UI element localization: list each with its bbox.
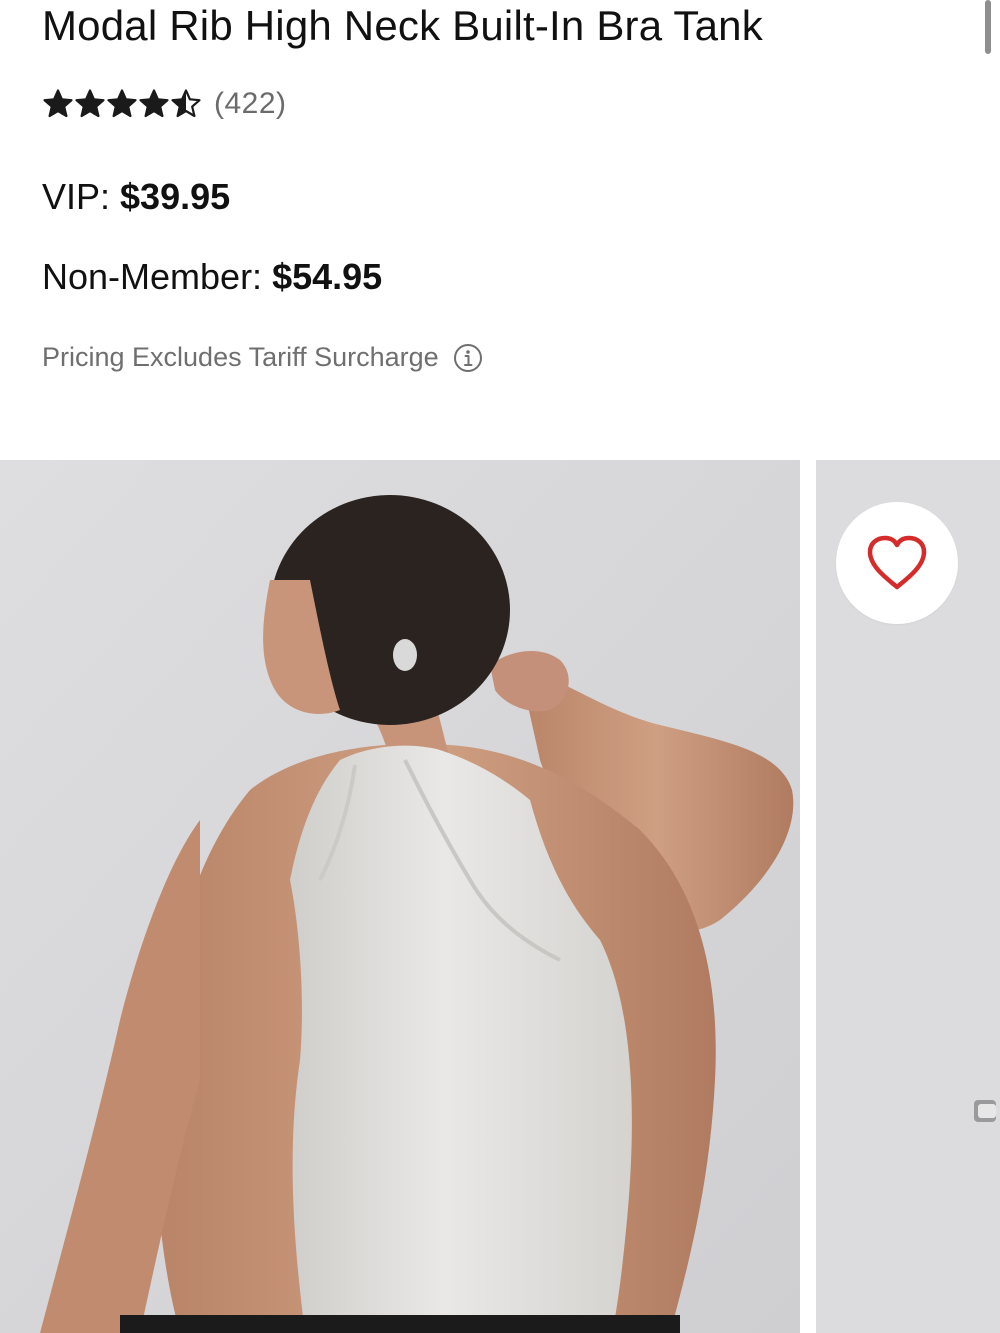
vip-price-value: $39.95 <box>120 176 231 217</box>
star-half-icon <box>171 89 201 118</box>
product-rating[interactable]: (422) <box>42 84 287 124</box>
star-full-icon <box>139 89 169 118</box>
nonmember-price-value: $54.95 <box>272 256 383 297</box>
tariff-note: Pricing Excludes Tariff Surcharge <box>42 342 483 373</box>
nonmember-price: Non-Member: $54.95 <box>42 256 382 298</box>
model-photo <box>0 460 800 1333</box>
wishlist-button[interactable] <box>836 502 958 624</box>
star-full-icon <box>43 89 73 118</box>
heart-icon <box>867 535 927 590</box>
review-count[interactable]: (422) <box>214 87 287 121</box>
vip-price-label: VIP: <box>42 176 111 217</box>
vip-price: VIP: $39.95 <box>42 176 230 218</box>
product-title: Modal Rib High Neck Built-In Bra Tank <box>42 2 763 49</box>
tariff-note-text: Pricing Excludes Tariff Surcharge <box>42 342 439 372</box>
rating-stars <box>42 88 202 120</box>
nonmember-price-label: Non-Member: <box>42 256 263 297</box>
product-detail-page: Modal Rib High Neck Built-In Bra Tank (4… <box>0 0 1000 1333</box>
scrollbar[interactable] <box>985 0 991 54</box>
info-icon[interactable] <box>453 343 483 373</box>
star-full-icon <box>107 89 137 118</box>
product-image-main[interactable] <box>0 460 800 1333</box>
star-full-icon <box>75 89 105 118</box>
